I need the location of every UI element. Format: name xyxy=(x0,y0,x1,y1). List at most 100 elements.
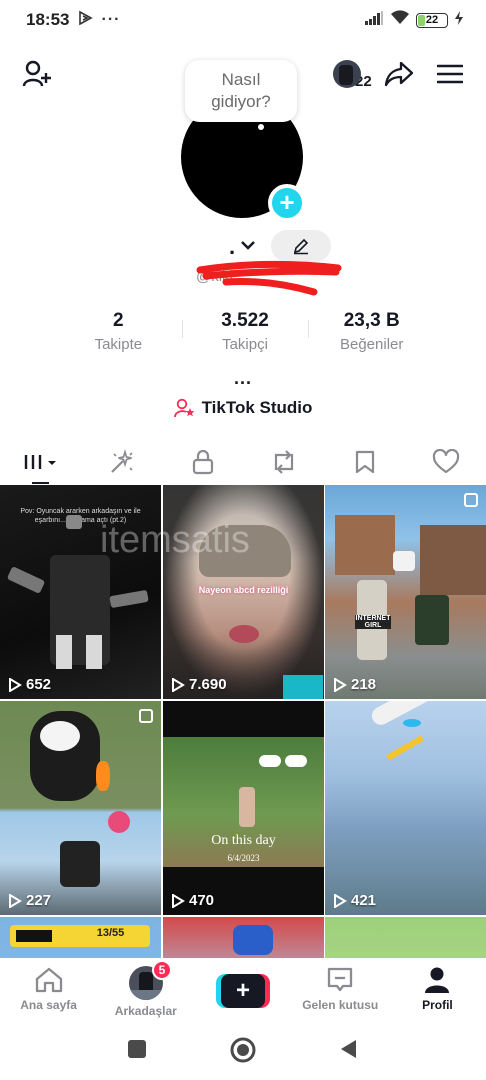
view-count: 421 xyxy=(333,892,376,909)
signal-icon xyxy=(364,10,384,30)
view-count: 652 xyxy=(8,676,51,693)
video-thumbnail[interactable]: Nayeon abcd rezilliği 7.690 xyxy=(163,485,324,699)
tab-private[interactable] xyxy=(162,440,243,484)
video-caption: Nayeon abcd rezilliği xyxy=(198,585,289,595)
multi-photo-icon xyxy=(139,709,153,723)
nav-profile-label: Profil xyxy=(422,998,453,1012)
video-thumbnail[interactable]: Pov: Oyuncak ararken arkadaşın ve ile eş… xyxy=(0,485,161,699)
tiktok-studio-label: TikTok Studio xyxy=(201,398,313,417)
repost-icon xyxy=(274,450,293,474)
video-caption: On this day xyxy=(211,833,276,848)
followers-count: 3.522 xyxy=(221,310,269,331)
profile-stats: 2 Takipte 3.522 Takipçi 23,3 B Beğeniler xyxy=(55,310,435,358)
add-friend-icon[interactable] xyxy=(20,57,54,91)
add-avatar-plus-icon[interactable]: + xyxy=(268,184,306,222)
bottom-navigation: Ana sayfa Arkadaşlar + Gelen kutusu Prof… xyxy=(0,958,486,1022)
mute-icon xyxy=(66,515,82,529)
nav-friends-label: Arkadaşlar xyxy=(114,1004,177,1018)
play-icon xyxy=(9,893,22,908)
redaction-scribble xyxy=(196,260,342,296)
video-caption: INTERNET GIRL xyxy=(355,615,391,629)
followers-stat[interactable]: 3.522 Takipçi xyxy=(181,310,309,358)
likes-stat[interactable]: 23,3 B Beğeniler xyxy=(308,310,435,358)
lock-icon xyxy=(192,449,213,475)
share-icon[interactable] xyxy=(383,58,415,90)
play-icon xyxy=(172,677,185,692)
bubble-tail xyxy=(258,124,264,130)
more-dots[interactable]: ... xyxy=(0,368,486,389)
nav-profile[interactable]: Profil xyxy=(389,958,486,1022)
status-bubble[interactable]: Nasıl gidiyor? xyxy=(185,60,297,122)
back-triangle-icon xyxy=(341,1040,356,1058)
inbox-icon xyxy=(328,967,353,992)
nav-home-label: Ana sayfa xyxy=(20,998,77,1012)
friends-avatar-button[interactable]: 22 xyxy=(333,57,377,91)
profile-name[interactable]: . xyxy=(229,234,235,260)
video-thumbnail[interactable] xyxy=(163,917,324,958)
plus-icon: + xyxy=(221,974,265,1008)
view-count: 7.690 xyxy=(171,676,227,693)
charging-icon xyxy=(454,10,464,30)
play-icon xyxy=(334,677,347,692)
play-icon xyxy=(172,893,185,908)
video-caption: 13/55 xyxy=(96,927,125,939)
person-star-icon xyxy=(173,398,195,418)
circle-home-icon xyxy=(230,1037,256,1063)
video-thumbnail[interactable]: On this day 6/4/2023 470 xyxy=(163,701,324,915)
pencil-icon xyxy=(293,238,309,255)
battery-indicator: 22 xyxy=(416,12,448,28)
wifi-icon xyxy=(390,10,410,30)
status-bubble-text: Nasıl gidiyor? xyxy=(211,70,271,111)
tab-effects[interactable] xyxy=(81,440,162,484)
videos-grid-icon xyxy=(24,455,56,469)
nav-friends[interactable]: Arkadaşlar xyxy=(97,958,194,1022)
view-count: 470 xyxy=(171,892,214,909)
nav-create[interactable]: + xyxy=(194,958,291,1022)
video-date: 6/4/2023 xyxy=(227,853,260,863)
video-grid: Pov: Oyuncak ararken arkadaşın ve ile eş… xyxy=(0,485,486,958)
system-navigation xyxy=(0,1022,486,1080)
following-count: 2 xyxy=(113,310,124,331)
home-icon xyxy=(35,967,62,993)
following-stat[interactable]: 2 Takipte xyxy=(55,310,182,358)
nav-home[interactable]: Ana sayfa xyxy=(0,958,97,1022)
followers-label: Takipçi xyxy=(222,336,268,353)
play-icon xyxy=(9,677,22,692)
recent-apps-button[interactable] xyxy=(126,1038,148,1060)
content-tabs xyxy=(0,440,486,484)
magic-wand-icon xyxy=(110,449,133,473)
view-count: 227 xyxy=(8,892,51,909)
more-notifications-icon: ··· xyxy=(101,11,121,28)
play-notification-icon xyxy=(77,10,94,31)
tab-liked[interactable] xyxy=(405,440,486,484)
tiktok-studio-link[interactable]: TikTok Studio xyxy=(0,398,486,418)
chevron-down-icon[interactable] xyxy=(240,238,256,256)
play-icon xyxy=(334,893,347,908)
tab-reposts[interactable] xyxy=(243,440,324,484)
video-thumbnail[interactable] xyxy=(325,917,486,958)
friends-notification-badge: 5 xyxy=(152,960,172,980)
likes-label: Beğeniler xyxy=(339,336,404,353)
tab-favorites[interactable] xyxy=(324,440,405,484)
create-button[interactable]: + xyxy=(216,974,270,1008)
profile-icon xyxy=(425,967,450,993)
video-thumbnail[interactable]: 421 xyxy=(325,701,486,915)
tab-videos[interactable] xyxy=(0,440,81,484)
square-icon xyxy=(128,1040,146,1058)
video-thumbnail[interactable]: INTERNET GIRL 218 xyxy=(325,485,486,699)
status-bar: 18:53 ··· 22 xyxy=(0,0,486,40)
nav-inbox-label: Gelen kutusu xyxy=(302,998,379,1012)
video-thumbnail[interactable]: 13/55 xyxy=(0,917,161,958)
multi-photo-icon xyxy=(464,493,478,507)
following-label: Takipte xyxy=(94,336,143,353)
back-button[interactable] xyxy=(338,1038,360,1060)
nav-inbox[interactable]: Gelen kutusu xyxy=(292,958,389,1022)
heart-icon xyxy=(432,449,459,474)
bookmark-icon xyxy=(355,450,374,474)
home-system-button[interactable] xyxy=(229,1036,257,1064)
clock: 18:53 xyxy=(26,10,70,29)
menu-icon[interactable] xyxy=(434,59,466,89)
view-count: 218 xyxy=(333,676,376,693)
video-thumbnail[interactable]: 227 xyxy=(0,701,161,915)
likes-count: 23,3 B xyxy=(343,310,400,331)
